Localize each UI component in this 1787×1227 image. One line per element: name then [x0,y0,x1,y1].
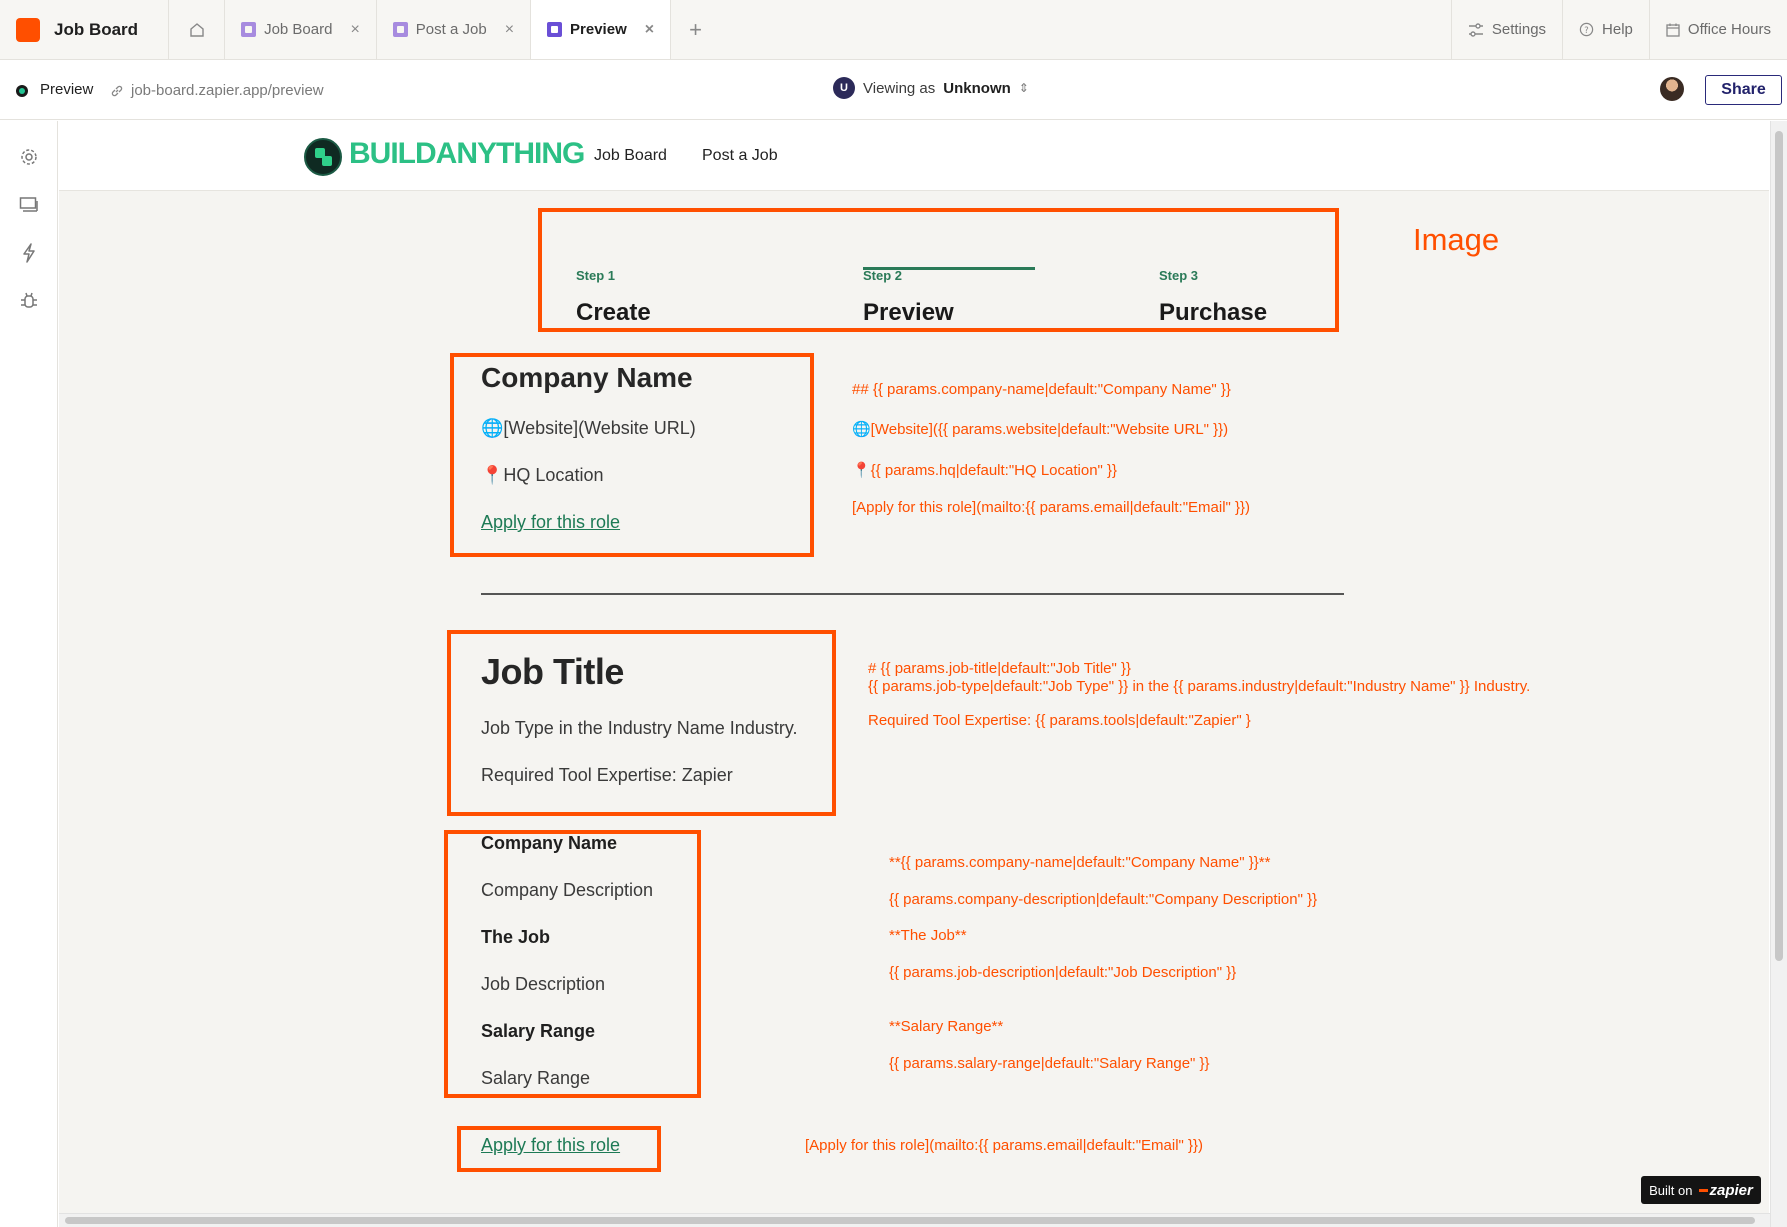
site-logo[interactable]: BUILDANYTHING [349,137,585,171]
viewing-as-selector[interactable]: U Viewing as Unknown ⇕ [833,77,1029,99]
settings-button[interactable]: Settings [1450,0,1562,59]
annotation-the-job: **The Job** [889,927,967,944]
annotation-job-desc: {{ params.job-description|default:"Job D… [889,964,1237,981]
viewer-avatar: U [833,77,855,99]
annotation-job-type: {{ params.job-type|default:"Job Type" }}… [868,678,1531,695]
bug-icon[interactable] [17,289,41,313]
badge-prefix: Built on [1649,1182,1693,1198]
built-on-zapier-badge[interactable]: Built on zapier [1641,1176,1761,1204]
tab-label: Post a Job [415,21,487,38]
app-title: Job Board [54,20,139,39]
office-hours-button[interactable]: Office Hours [1648,0,1787,59]
annotation-hq: 📍{{ params.hq|default:"HQ Location" }} [852,462,1118,479]
close-icon[interactable]: × [505,21,514,39]
annotation-salary: {{ params.salary-range|default:"Salary R… [889,1055,1210,1072]
calendar-icon [1666,23,1680,37]
left-rail [0,121,58,1227]
tab-post-a-job[interactable]: Post a Job × [375,0,530,59]
nav-job-board[interactable]: Job Board [594,147,667,165]
tab-preview[interactable]: Preview × [530,0,671,59]
annotation-box-job [447,630,836,816]
tab-label: Job Board [264,21,333,38]
annotation-job-title: # {{ params.job-title|default:"Job Title… [868,660,1132,677]
annotation-box-company [450,353,814,557]
office-hours-label: Office Hours [1687,21,1771,38]
vertical-scroll-thumb[interactable] [1775,131,1783,961]
add-tab-button[interactable]: + [670,0,720,59]
chevron-updown-icon: ⇕ [1018,81,1029,95]
section-divider [481,593,1344,595]
preview-bar: Preview job-board.zapier.app/preview U V… [0,60,1787,120]
annotation-website: 🌐[Website]({{ params.website|default:"We… [852,421,1229,438]
viewing-prefix: Viewing as [863,79,936,97]
annotation-company-name: ## {{ params.company-name|default:"Compa… [852,381,1231,398]
vertical-scrollbar[interactable] [1770,121,1787,1227]
close-icon[interactable]: × [645,21,654,39]
badge-brand: zapier [1709,1181,1753,1199]
lightning-icon[interactable] [17,241,41,265]
site-logo-icon [304,138,342,176]
page-icon [392,22,408,37]
annotation-image-label: Image [1413,222,1500,257]
share-button[interactable]: Share [1705,75,1782,105]
zapier-mark-icon [1698,1188,1708,1192]
top-tab-bar: Job Board Job Board × Post a Job × Previ… [0,0,1787,60]
preview-url-link[interactable]: job-board.zapier.app/preview [131,82,324,99]
annotation-box-stepper [538,208,1339,332]
help-label: Help [1602,21,1633,38]
annotation-company-desc: {{ params.company-description|default:"C… [889,891,1318,908]
user-avatar[interactable] [1660,77,1684,101]
gear-icon[interactable] [17,145,41,169]
tab-label: Preview [570,21,627,38]
horizontal-scrollbar[interactable] [59,1213,1770,1227]
annotation-tools: Required Tool Expertise: {{ params.tools… [868,712,1251,729]
svg-text:?: ? [1584,25,1588,35]
layout-icon[interactable] [17,193,41,217]
status-dot-icon [16,85,28,97]
page-icon [547,22,563,37]
link-icon [111,85,123,97]
page-icon [241,22,257,37]
home-tab[interactable] [168,0,224,59]
nav-post-a-job[interactable]: Post a Job [702,147,778,165]
annotation-salary-bold: **Salary Range** [889,1018,1004,1035]
home-icon [189,22,204,37]
settings-label: Settings [1491,21,1547,38]
horizontal-scroll-thumb[interactable] [65,1217,1755,1224]
help-button[interactable]: ? Help [1562,0,1649,59]
annotation-apply-2: [Apply for this role](mailto:{{ params.e… [805,1137,1204,1154]
sliders-icon [1468,22,1483,37]
close-icon[interactable]: × [350,21,359,39]
page-name: Preview [40,81,94,98]
app-logo-icon [16,18,40,42]
annotation-apply-1: [Apply for this role](mailto:{{ params.e… [852,499,1251,516]
annotation-company-bold: **{{ params.company-name|default:"Compan… [889,854,1271,871]
toolbar-right: Settings ? Help Office Hours [1450,0,1787,59]
tab-job-board[interactable]: Job Board × [224,0,376,59]
site-header: BUILDANYTHING Job Board Post a Job [59,121,1769,191]
help-icon: ? [1579,22,1594,37]
annotation-box-details [444,830,701,1098]
viewing-user: Unknown [943,79,1011,97]
annotation-box-apply [457,1126,661,1172]
